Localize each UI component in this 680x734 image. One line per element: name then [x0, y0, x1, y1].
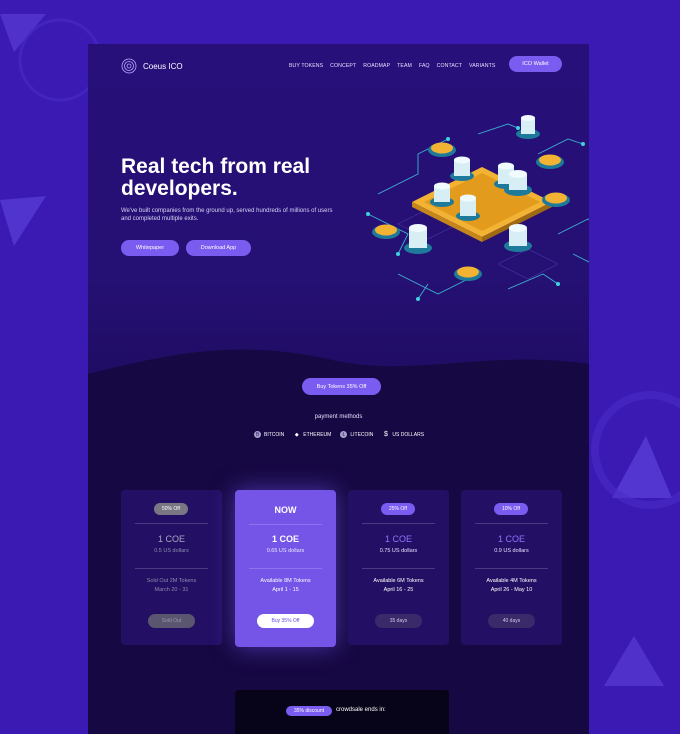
- coe-price: 0.5 US dollars: [154, 548, 189, 554]
- logo-icon: [121, 58, 137, 74]
- hero-wave: [88, 349, 589, 414]
- brand-name: Coeus ICO: [143, 61, 183, 71]
- tier-note: Available 6M Tokens April 16 - 25: [348, 577, 449, 595]
- card-divider: [362, 568, 435, 569]
- coe-amount: 1 COE: [157, 534, 185, 544]
- discount-badge: 50% Off: [154, 503, 188, 515]
- tier-supply: Available 4M Tokens: [486, 578, 537, 584]
- now-label: NOW: [274, 505, 297, 515]
- pricing-card-tier-4: 10% Off 1 COE 0.9 US dollars Available 4…: [461, 490, 562, 645]
- days-remaining-button[interactable]: 35 days: [375, 614, 422, 628]
- litecoin-icon: Ł: [340, 431, 348, 438]
- coe-price: 0.75 US dollars: [379, 548, 418, 554]
- nav-faq[interactable]: FAQ: [419, 63, 430, 69]
- tier-note: Sold Out 2M Tokens March 20 - 31: [121, 577, 222, 595]
- nav-team[interactable]: TEAM: [397, 63, 412, 69]
- coe-amount: 1 COE: [497, 534, 525, 544]
- tier-dates: April 26 - May 10: [490, 587, 533, 593]
- tier-supply: Available 8M Tokens: [260, 578, 311, 584]
- hero-subtitle: We've built companies from the ground up…: [121, 208, 333, 222]
- buy-tokens-button[interactable]: Buy Tokens 35% Off: [302, 378, 381, 395]
- tier-note: Available 4M Tokens April 26 - May 10: [461, 577, 562, 595]
- buy-discount-button[interactable]: Buy 35% Off: [257, 614, 314, 628]
- payment-method-dollars: $ US DOLLARS: [382, 431, 424, 438]
- days-remaining-button[interactable]: 40 days: [488, 614, 535, 628]
- bitcoin-icon: B: [254, 431, 261, 438]
- crowdsale-countdown: 35% discount crowdsale ends in:: [235, 690, 449, 734]
- tier-dates: March 20 - 31: [154, 587, 189, 593]
- coe-amount: 1 COE: [271, 534, 299, 544]
- landing-page: Coeus ICO BUY TOKENS CONCEPT ROADMAP TEA…: [88, 44, 589, 734]
- brand-logo[interactable]: Coeus ICO: [121, 58, 183, 74]
- nav-buy-tokens[interactable]: BUY TOKENS: [289, 63, 323, 69]
- dollar-icon: $: [383, 431, 388, 438]
- payment-method-bitcoin: B BITCOIN: [254, 431, 284, 438]
- payment-method-label: BITCOIN: [264, 431, 285, 438]
- payment-methods-title: payment methods: [314, 414, 363, 420]
- hero-title: Real tech from real developers.: [121, 155, 311, 200]
- payment-methods: B BITCOIN ◆ ETHEREUM Ł LITECOIN $ US DOL…: [254, 431, 424, 438]
- countdown-label: crowdsale ends in:: [336, 707, 386, 713]
- pricing-card-tier-3: 25% Off 1 COE 0.75 US dollars Available …: [348, 490, 449, 645]
- card-divider: [475, 568, 548, 569]
- main-nav: BUY TOKENS CONCEPT ROADMAP TEAM FAQ CONT…: [289, 63, 495, 69]
- card-divider: [135, 523, 208, 524]
- payment-method-ethereum: ◆ ETHEREUM: [293, 431, 332, 438]
- payment-method-label: LITECOIN: [350, 431, 374, 438]
- pricing-card-tier-1: 50% Off 1 COE 0.5 US dollars Sold Out 2M…: [121, 490, 222, 645]
- payment-method-label: ETHEREUM: [303, 431, 332, 438]
- card-divider: [135, 568, 208, 569]
- card-divider: [249, 568, 322, 569]
- sold-out-button[interactable]: Sold Out: [148, 614, 195, 628]
- nav-concept[interactable]: CONCEPT: [330, 63, 356, 69]
- tier-dates: April 1 - 15: [272, 587, 299, 593]
- tier-dates: April 16 - 25: [383, 587, 414, 593]
- whitepaper-button[interactable]: Whitepaper: [121, 240, 179, 256]
- discount-badge: 35% discount: [286, 706, 332, 716]
- nav-contact[interactable]: CONTACT: [437, 63, 462, 69]
- discount-badge: 10% Off: [494, 503, 528, 515]
- download-app-button[interactable]: Download App: [186, 240, 251, 256]
- coe-price: 0.65 US dollars: [266, 548, 305, 554]
- card-divider: [475, 523, 548, 524]
- nav-variants[interactable]: VARIANTS: [469, 63, 495, 69]
- nav-roadmap[interactable]: ROADMAP: [363, 63, 390, 69]
- discount-badge: 25% Off: [381, 503, 415, 515]
- card-divider: [249, 524, 322, 525]
- pricing-card-tier-2: NOW 1 COE 0.65 US dollars Available 8M T…: [235, 490, 336, 647]
- ico-wallet-button[interactable]: ICO Wallet: [509, 56, 562, 72]
- tier-note: Available 8M Tokens April 1 - 15: [235, 577, 336, 595]
- card-divider: [362, 523, 435, 524]
- coe-amount: 1 COE: [384, 534, 412, 544]
- isometric-crypto-illustration: [366, 115, 589, 301]
- payment-method-litecoin: Ł LITECOIN: [340, 431, 373, 438]
- coe-price: 0.9 US dollars: [494, 548, 529, 554]
- tier-supply: Sold Out 2M Tokens: [146, 578, 197, 584]
- ethereum-icon: ◆: [294, 431, 299, 438]
- payment-method-label: US DOLLARS: [392, 431, 425, 438]
- tier-supply: Available 6M Tokens: [373, 578, 424, 584]
